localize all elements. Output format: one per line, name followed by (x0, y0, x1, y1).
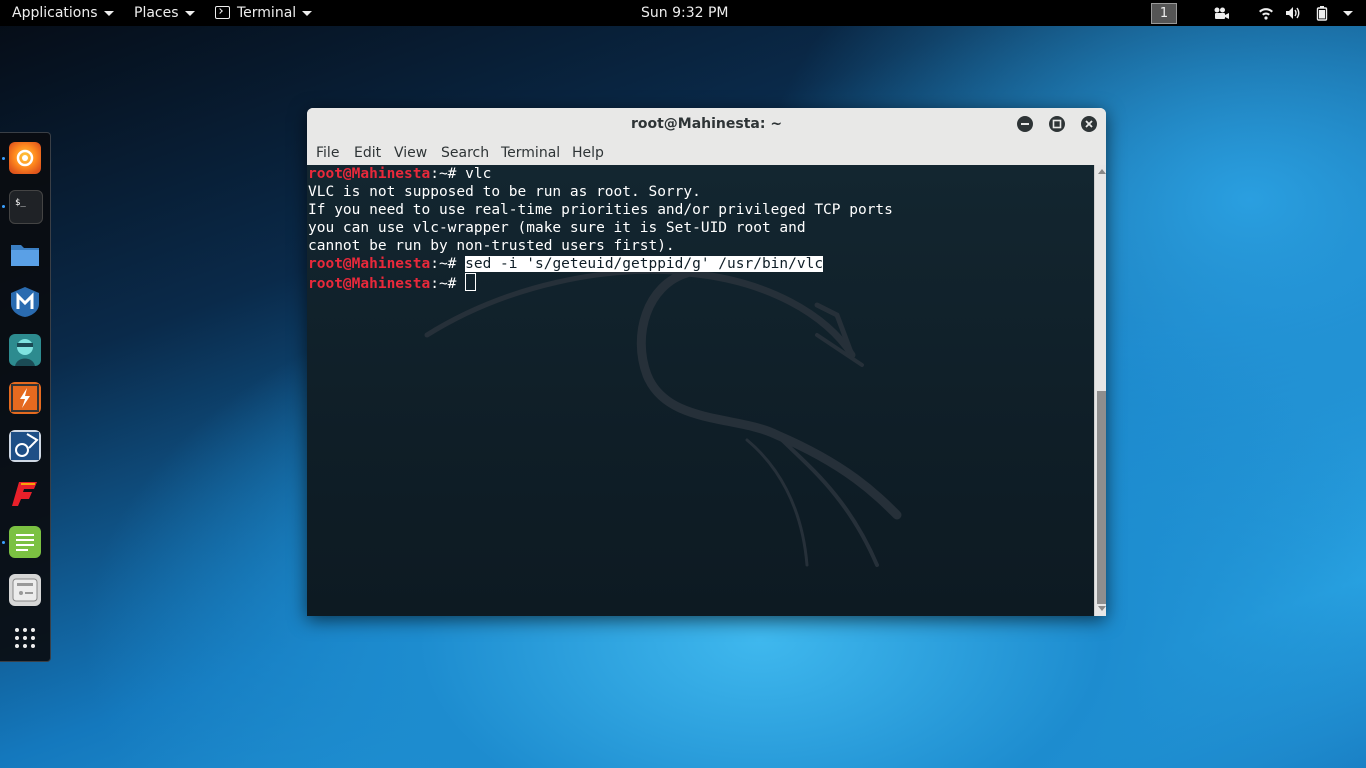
leafpad-icon[interactable] (9, 526, 41, 558)
running-indicator (2, 157, 5, 160)
maximize-icon (1052, 119, 1062, 129)
menu-edit[interactable]: Edit (354, 141, 381, 165)
armitage-icon[interactable] (9, 334, 41, 366)
wifi-icon[interactable] (1258, 5, 1274, 21)
files-icon[interactable] (9, 238, 41, 270)
menu-bar: File Edit View Search Terminal Help (307, 141, 1106, 166)
show-apps-icon[interactable] (9, 622, 41, 654)
workspace-indicator[interactable]: 1 (1151, 3, 1177, 24)
output-line: you can use vlc-wrapper (make sure it is… (308, 220, 806, 236)
svg-text:$_: $_ (15, 198, 26, 208)
firefox-icon[interactable] (9, 142, 41, 174)
top-panel: Applications Places Terminal Sun 9:32 PM… (0, 0, 1366, 26)
close-icon (1085, 120, 1093, 128)
prompt-user: root@Mahinesta (308, 276, 431, 292)
prompt-user: root@Mahinesta (308, 256, 431, 272)
menu-terminal[interactable]: Terminal (501, 141, 560, 165)
output-line: If you need to use real-time priorities … (308, 202, 893, 218)
text-cursor (465, 273, 477, 291)
terminal-line: root@Mahinesta:~# sed -i 's/geteuid/getp… (308, 255, 824, 273)
menu-search[interactable]: Search (441, 141, 489, 165)
minimize-button[interactable] (1017, 116, 1033, 132)
prompt-suffix: :~# (430, 276, 466, 292)
prompt-suffix: :~# (430, 166, 466, 182)
window-titlebar[interactable]: root@Mahinesta: ~ (307, 108, 1106, 141)
terminal-line: root@Mahinesta:~# (308, 273, 477, 292)
cherrytree-icon[interactable] (9, 574, 41, 606)
scrollbar-thumb[interactable] (1097, 391, 1106, 604)
running-indicator (2, 541, 5, 544)
terminal-window[interactable]: root@Mahinesta: ~ File Edit View Search … (307, 108, 1106, 616)
system-menu-chevron-icon[interactable] (1340, 5, 1356, 21)
places-label: Places (134, 5, 179, 21)
faraday-icon[interactable] (9, 478, 41, 510)
terminal-app-label: Terminal (237, 5, 297, 21)
close-button[interactable] (1081, 116, 1097, 132)
chevron-down-icon (184, 10, 195, 16)
output-line: cannot be run by non-trusted users first… (308, 238, 675, 254)
chevron-down-icon (302, 10, 313, 16)
minimize-icon (1021, 123, 1029, 125)
burpsuite-icon[interactable] (9, 382, 41, 414)
maximize-button[interactable] (1049, 116, 1065, 132)
battery-icon[interactable] (1314, 5, 1330, 21)
scroll-up-icon[interactable] (1098, 169, 1106, 174)
scroll-down-icon[interactable] (1098, 606, 1106, 611)
menu-help[interactable]: Help (572, 141, 604, 165)
menu-file[interactable]: File (316, 141, 339, 165)
output-line: VLC is not supposed to be run as root. S… (308, 184, 701, 200)
prompt-user: root@Mahinesta (308, 166, 431, 182)
favorites-dock: $_ (0, 132, 51, 662)
terminal-line: root@Mahinesta:~# vlc (308, 165, 491, 183)
metasploit-icon[interactable] (9, 286, 41, 318)
running-indicator (2, 205, 5, 208)
volume-icon[interactable] (1285, 5, 1301, 21)
terminal-output[interactable]: root@Mahinesta:~# vlc VLC is not suppose… (307, 165, 1094, 616)
places-menu[interactable]: Places (134, 0, 195, 26)
command-text: vlc (465, 166, 492, 182)
vertical-scrollbar[interactable] (1094, 165, 1106, 616)
terminal-icon[interactable]: $_ (9, 190, 43, 224)
window-title: root@Mahinesta: ~ (630, 116, 783, 132)
terminal-icon (215, 6, 230, 19)
prompt-suffix: :~# (430, 256, 466, 272)
applications-label: Applications (12, 5, 98, 21)
applications-menu[interactable]: Applications (12, 0, 114, 26)
chevron-down-icon (103, 10, 114, 16)
video-camera-icon[interactable] (1213, 5, 1229, 21)
menu-view[interactable]: View (394, 141, 427, 165)
clock[interactable]: Sun 9:32 PM (641, 0, 729, 26)
selected-command-text: sed -i 's/geteuid/getppid/g' /usr/bin/vl… (465, 256, 824, 272)
beef-icon[interactable] (9, 430, 41, 462)
terminal-app-menu[interactable]: Terminal (215, 0, 313, 26)
